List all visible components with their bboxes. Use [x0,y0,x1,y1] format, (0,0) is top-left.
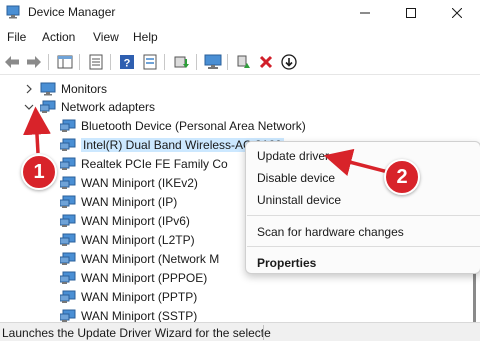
context-update-driver[interactable]: Update driver [257,149,329,163]
svg-text:?: ? [124,58,131,70]
toolbar-separator [164,54,165,70]
monitor-icon [40,82,56,95]
chevron-down-icon[interactable] [24,102,34,112]
network-adapter-icon [60,119,76,132]
context-uninstall-device[interactable]: Uninstall device [257,193,341,207]
uninstall-button[interactable] [256,52,276,72]
status-bar: Launches the Update Driver Wizard for th… [0,322,480,341]
status-text: Launches the Update Driver Wizard for th… [2,326,271,340]
adapter-label: WAN Miniport (SSTP) [81,308,198,323]
adapter-label: WAN Miniport (IP) [81,194,178,209]
tree-item-network-adapters[interactable]: Network adapters [40,97,155,116]
scan-icon [174,56,189,68]
network-adapter-icon [60,176,76,189]
network-adapter-icon [60,138,76,151]
adapter-item[interactable]: WAN Miniport (SSTP) [60,306,197,322]
back-button[interactable] [2,52,22,72]
adapter-item[interactable]: WAN Miniport (IP) [60,192,177,211]
view-button[interactable] [140,52,160,72]
adapter-label: WAN Miniport (IKEv2) [81,175,198,190]
tree-label: Monitors [61,81,108,96]
network-adapter-icon [40,100,56,113]
toolbar-separator [196,54,197,70]
adapter-label: WAN Miniport (PPPOE) [81,270,208,285]
adapter-item[interactable]: WAN Miniport (Network M [60,249,219,268]
console-tree-button[interactable] [55,52,75,72]
context-scan-hardware[interactable]: Scan for hardware changes [257,225,404,239]
network-adapter-icon [60,290,76,303]
adapter-label: WAN Miniport (PPTP) [81,289,198,304]
update-driver-toolbar-button[interactable] [233,52,253,72]
scan-hardware-button[interactable] [172,52,192,72]
toolbar-separator [227,54,228,70]
download-icon [281,54,297,70]
toolbar: ? [0,49,480,75]
toolbar-separator [48,54,49,70]
forward-button[interactable] [24,52,44,72]
network-adapter-icon [60,252,76,265]
menu-bar: File Action View Help [0,27,480,47]
toolbar-separator [110,54,111,70]
tree-label: Network adapters [61,99,156,114]
properties-button[interactable] [86,52,106,72]
adapter-label: WAN Miniport (L2TP) [81,232,195,247]
network-adapter-icon [60,233,76,246]
adapter-item[interactable]: Realtek PCIe FE Family Co [60,154,228,173]
network-adapter-icon [60,309,76,322]
download-button[interactable] [279,52,299,72]
adapter-label: WAN Miniport (Network M [81,251,220,266]
toolbar-separator [79,54,80,70]
view-list-icon [143,54,157,70]
network-adapter-icon [60,214,76,227]
status-divider [263,325,264,340]
chevron-right-icon[interactable] [24,84,34,94]
adapter-item[interactable]: WAN Miniport (PPTP) [60,287,197,306]
annotation-marker-2: 2 [384,159,420,195]
monitor-button[interactable] [203,52,223,72]
context-properties[interactable]: Properties [257,256,316,270]
context-menu: Update driver Disable device Uninstall d… [245,141,480,274]
tree-item-monitors[interactable]: Monitors [40,79,107,98]
title-bar: Device Manager [0,0,480,26]
network-adapter-icon [60,157,76,170]
network-adapter-icon [60,271,76,284]
adapter-item[interactable]: WAN Miniport (L2TP) [60,230,195,249]
annotation-marker-1: 1 [21,154,57,190]
show-hide-console-tree-icon [57,55,73,69]
uninstall-icon [259,55,273,69]
window-title: Device Manager [28,5,116,19]
minimize-button[interactable] [342,0,388,26]
menu-help[interactable]: Help [133,30,158,44]
forward-arrow-icon [27,56,41,68]
context-separator [247,246,480,247]
menu-action[interactable]: Action [42,30,75,44]
maximize-button[interactable] [388,0,434,26]
device-manager-icon [6,5,20,19]
maximize-icon [406,8,416,18]
help-icon: ? [120,55,134,70]
adapter-label: WAN Miniport (IPv6) [81,213,190,228]
menu-view[interactable]: View [93,30,119,44]
close-icon [452,8,462,18]
help-button[interactable]: ? [117,52,137,72]
adapter-label: Realtek PCIe FE Family Co [81,156,228,171]
adapter-label: Bluetooth Device (Personal Area Network) [81,118,306,133]
network-adapter-icon [60,195,76,208]
minimize-icon [360,12,370,14]
context-disable-device[interactable]: Disable device [257,171,335,185]
adapter-item[interactable]: WAN Miniport (IKEv2) [60,173,198,192]
adapter-item[interactable]: WAN Miniport (IPv6) [60,211,190,230]
adapter-item[interactable]: Bluetooth Device (Personal Area Network) [60,116,306,135]
close-button[interactable] [434,0,480,26]
back-arrow-icon [5,56,19,68]
context-separator [247,215,480,216]
adapter-item[interactable]: WAN Miniport (PPPOE) [60,268,207,287]
properties-icon [89,54,103,70]
update-driver-icon [237,55,250,68]
menu-file[interactable]: File [7,30,26,44]
monitor-icon [204,54,222,69]
